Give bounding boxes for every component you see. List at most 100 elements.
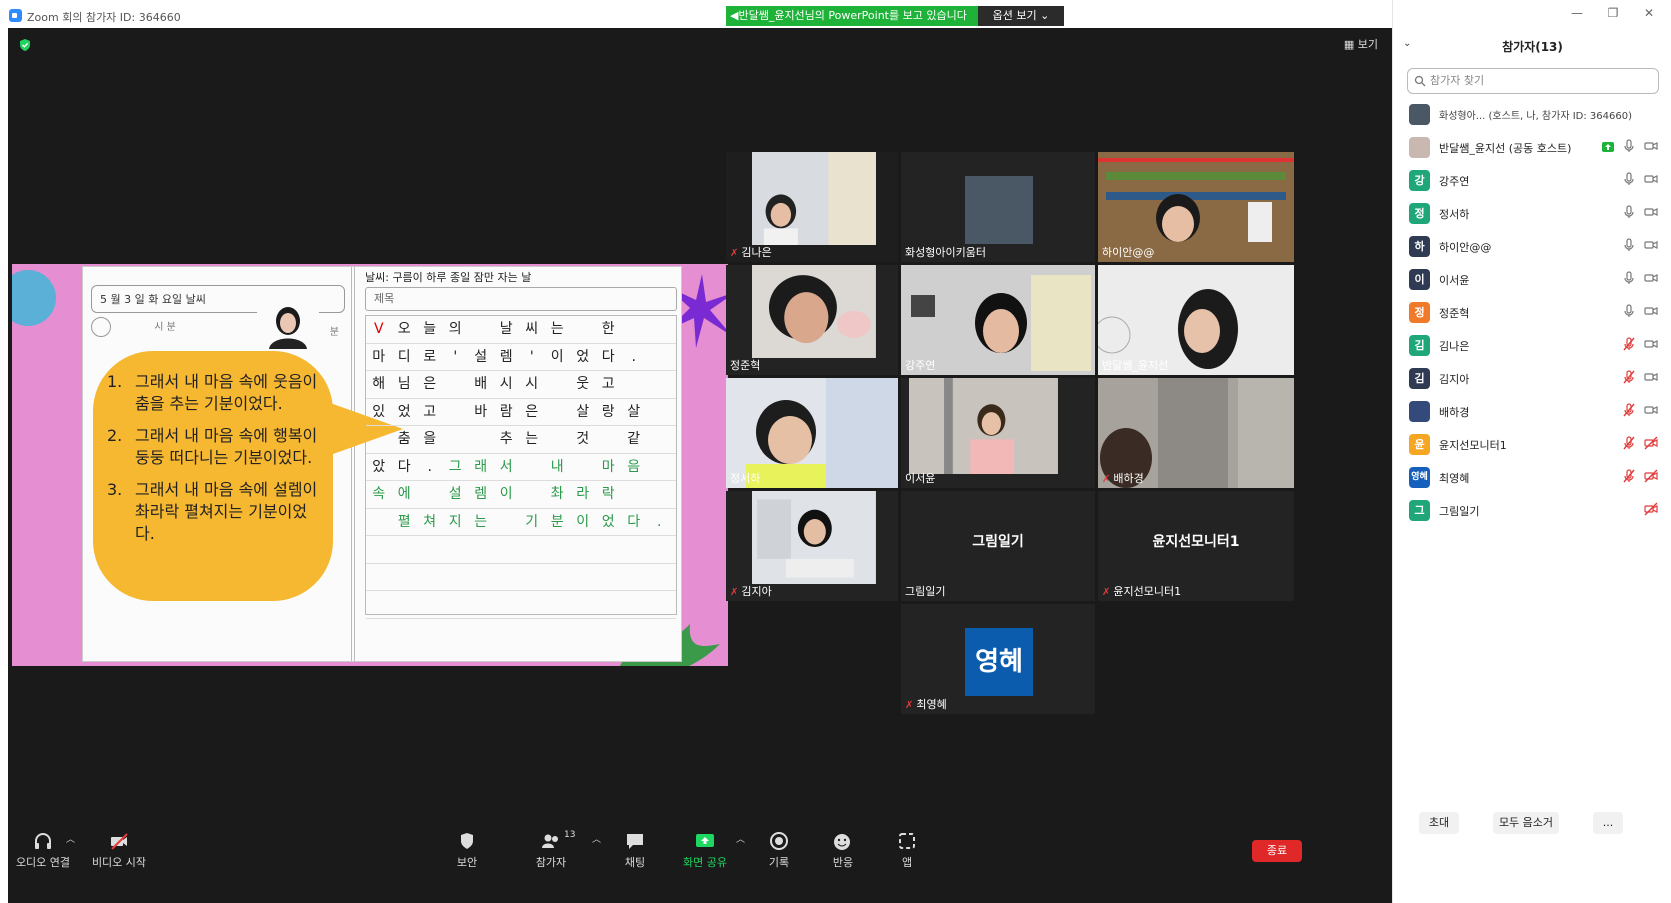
grid-cell xyxy=(494,591,520,618)
grid-cell: 었 xyxy=(397,403,411,420)
video-tile[interactable]: ✗ 배하경 xyxy=(1098,378,1294,488)
muted-mic-icon[interactable] xyxy=(1622,469,1636,486)
more-options-button[interactable]: ... xyxy=(1593,812,1623,834)
gallery-view-button[interactable]: ▦ 보기 xyxy=(1344,36,1378,52)
participant-row[interactable]: 반달쌤_윤지선 (공동 호스트) xyxy=(1393,131,1671,164)
maximize-icon[interactable]: ❐ xyxy=(1595,6,1631,20)
mic-icon[interactable] xyxy=(1622,304,1636,321)
camera-icon xyxy=(1644,139,1658,156)
mic-icon[interactable] xyxy=(1622,271,1636,288)
participant-status-icons xyxy=(1622,403,1658,420)
participant-status-icons xyxy=(1622,469,1658,486)
grid-cell: 것 xyxy=(576,431,590,447)
participant-row[interactable]: 화성형아... (호스트, 나, 참가자 ID: 364660) xyxy=(1393,98,1671,131)
bubble-item-number: 1. xyxy=(107,372,123,391)
mic-icon[interactable] xyxy=(1622,139,1636,156)
grid-row: 해님은배시시웃고 xyxy=(366,371,676,399)
tile-name-text: 정서하 xyxy=(730,472,761,485)
video-tile[interactable]: 그림일기 그림일기 xyxy=(901,491,1095,601)
participant-search-input[interactable]: 참가자 찾기 xyxy=(1407,68,1659,94)
video-tile[interactable]: 이서윤 xyxy=(901,378,1095,488)
grid-row: 있었고 바람은 살랑살 xyxy=(366,399,676,426)
participant-avatar: 김 xyxy=(1409,368,1430,389)
grid-cell xyxy=(596,426,622,453)
grid-cell: 기 xyxy=(525,513,539,530)
muted-mic-icon[interactable] xyxy=(1622,436,1636,453)
grid-cell xyxy=(392,591,418,618)
video-tile[interactable]: ✗ 김나은 xyxy=(726,152,898,262)
grid-cell: 분 xyxy=(550,513,564,530)
grid-cell xyxy=(647,591,673,618)
grid-cell: 는 xyxy=(474,513,488,530)
end-meeting-button[interactable]: 종료 xyxy=(1252,840,1302,862)
grid-cell: 락 xyxy=(601,486,615,502)
grid-cell xyxy=(519,454,545,481)
close-icon[interactable]: ✕ xyxy=(1631,6,1667,20)
participant-row[interactable]: 강 강주연 xyxy=(1393,164,1671,197)
grid-cell xyxy=(596,591,622,618)
grid-cell: 내 xyxy=(550,458,564,475)
grid-cell xyxy=(443,591,469,618)
video-tile[interactable]: 하이안@@ xyxy=(1098,152,1294,262)
invite-button[interactable]: 초대 xyxy=(1419,812,1459,834)
security-button[interactable]: 보안 xyxy=(432,830,502,870)
tile-name-label: 정준혁 xyxy=(730,357,760,373)
participant-row[interactable]: 이 이서윤 xyxy=(1393,263,1671,296)
start-video-button[interactable]: 비디오 시작 xyxy=(84,830,154,870)
participant-row[interactable]: 영혜 최영혜 xyxy=(1393,461,1671,494)
participants-button[interactable]: 13 참가자 xyxy=(516,830,586,870)
participant-avatar xyxy=(1409,401,1430,422)
tile-name-text: 김지아 xyxy=(741,585,772,598)
grid-cell: 이 xyxy=(550,348,564,365)
grid-cell xyxy=(570,454,596,481)
muted-mic-icon[interactable] xyxy=(1622,337,1636,354)
muted-mic-icon[interactable] xyxy=(1622,370,1636,387)
chat-button[interactable]: 채팅 xyxy=(600,830,670,870)
minimize-icon[interactable]: — xyxy=(1559,6,1595,20)
participant-row[interactable]: 정 정서하 xyxy=(1393,197,1671,230)
join-audio-label: 오디오 연결 xyxy=(15,856,71,869)
mic-icon[interactable] xyxy=(1622,238,1636,255)
video-tile[interactable]: 정준혁 xyxy=(726,265,898,375)
participant-row[interactable]: 배하경 xyxy=(1393,395,1671,428)
video-tile[interactable]: ✗ 김지아 xyxy=(726,491,898,601)
grid-cell: 씨 xyxy=(525,321,539,337)
participant-row[interactable]: 김 김지아 xyxy=(1393,362,1671,395)
mic-icon[interactable] xyxy=(1622,172,1636,189)
view-options-button[interactable]: 옵션 보기 ⌄ xyxy=(978,6,1064,26)
video-tile[interactable]: 영혜 ✗ 최영혜 xyxy=(901,604,1095,714)
grid-row xyxy=(366,536,676,564)
participant-row[interactable]: 그 그림일기 xyxy=(1393,494,1671,527)
grid-cell xyxy=(570,564,596,591)
tile-name-label: 반달쌤_윤지선 xyxy=(1102,357,1168,373)
video-tile[interactable]: 윤지선모니터1 ✗ 윤지선모니터1 xyxy=(1098,491,1294,601)
participant-row[interactable]: 정 정준혁 xyxy=(1393,296,1671,329)
video-tile[interactable]: 강주연 xyxy=(901,265,1095,375)
muted-mic-icon[interactable] xyxy=(1622,403,1636,420)
participant-row[interactable]: 김 김나은 xyxy=(1393,329,1671,362)
encryption-shield-icon[interactable] xyxy=(18,38,32,52)
grid-cell: 랑 xyxy=(601,403,615,420)
grid-cell: 렘 xyxy=(499,348,513,365)
grid-cell xyxy=(468,426,494,453)
grid-row xyxy=(366,564,676,591)
video-tile[interactable]: 정서하 xyxy=(726,378,898,488)
participant-status-icons xyxy=(1602,139,1658,156)
tile-display-name: 윤지선모니터1 xyxy=(1152,534,1240,550)
audio-options-chevron-icon[interactable]: ︿ xyxy=(66,832,75,845)
apps-button[interactable]: 앱 xyxy=(872,830,942,870)
video-tile[interactable]: 화성형아이키움터 xyxy=(901,152,1095,262)
participant-row[interactable]: 윤 윤지선모니터1 xyxy=(1393,428,1671,461)
webcam-scene xyxy=(752,491,876,585)
grid-cell: . xyxy=(427,458,432,475)
reactions-button[interactable]: 반응 xyxy=(808,830,878,870)
grid-cell xyxy=(545,371,571,398)
share-screen-button[interactable]: 화면 공유 xyxy=(670,830,740,870)
bubble-item: 2. 그래서 내 마음 속에 행복이 둥둥 떠다니는 기분이었다. xyxy=(107,425,319,469)
mute-all-button[interactable]: 모두 음소거 xyxy=(1493,812,1559,834)
participant-row[interactable]: 하 하이안@@ xyxy=(1393,230,1671,263)
mic-icon[interactable] xyxy=(1622,205,1636,222)
record-button[interactable]: 기록 xyxy=(744,830,814,870)
share-screen-label: 화면 공유 xyxy=(683,856,727,869)
active-speaker-tile[interactable]: 반달쌤_윤지선 xyxy=(1098,265,1294,375)
